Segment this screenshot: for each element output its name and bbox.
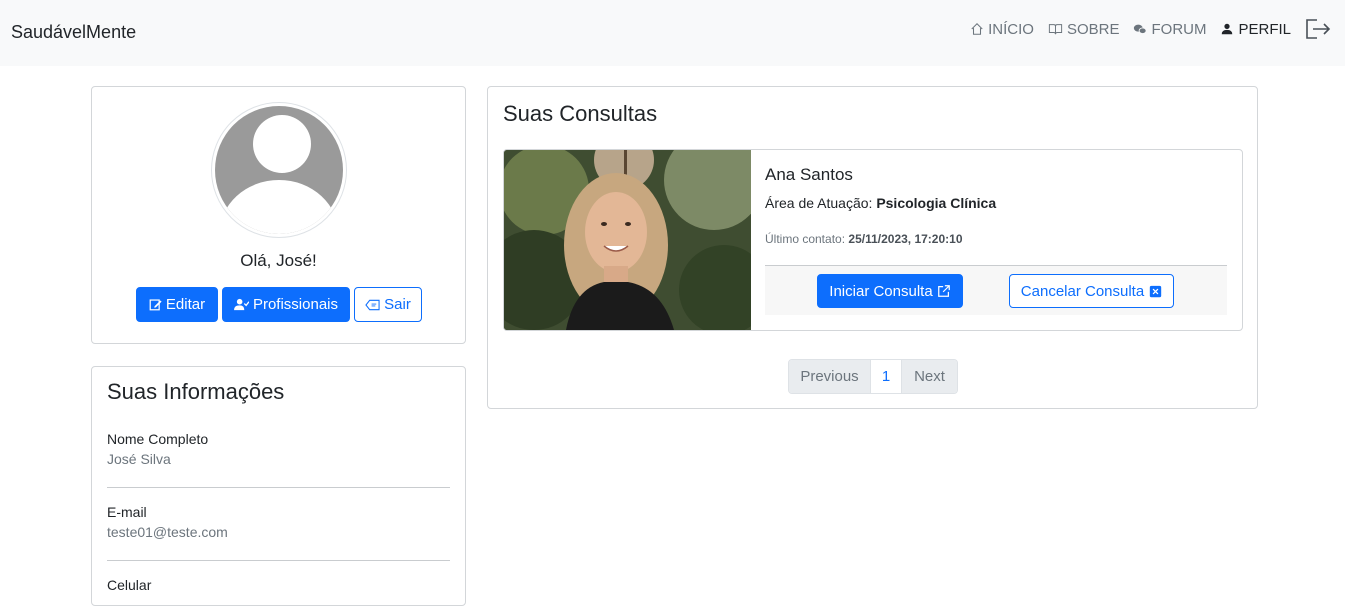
professional-area: Área de Atuação: Psicologia Clínica (765, 195, 996, 211)
pagination-next[interactable]: Next (902, 360, 957, 393)
nav-links: INÍCIO SOBRE FORUM PERFIL (956, 18, 1331, 40)
nav-link-label: FORUM (1151, 20, 1207, 38)
nav-link-perfil[interactable]: PERFIL (1220, 21, 1291, 38)
logout-sair-button[interactable]: Sair (354, 287, 422, 322)
professional-photo-illustration (504, 150, 751, 330)
close-box-icon (1150, 285, 1162, 297)
external-link-icon (937, 285, 950, 297)
info-value: teste01@teste.com (107, 524, 228, 540)
start-consultation-label: Iniciar Consulta (829, 282, 933, 300)
info-item-email: E-mail teste01@teste.com (107, 504, 450, 540)
consultations-title: Suas Consultas (503, 101, 658, 126)
pagination-page[interactable]: 1 (871, 360, 902, 393)
professionals-button[interactable]: Profissionais (222, 287, 350, 322)
info-item-phone: Celular (107, 577, 450, 593)
nav-link-forum[interactable]: FORUM (1133, 21, 1206, 38)
pagination-previous[interactable]: Previous (789, 360, 871, 393)
info-title: Suas Informações (107, 379, 285, 404)
person-icon (1222, 23, 1233, 35)
info-value: José Silva (107, 451, 171, 467)
nav-link-label: PERFIL (1238, 20, 1291, 38)
profile-card: Olá, José! Editar Profissionais Sair (91, 86, 466, 344)
cancel-consultation-label: Cancelar Consulta (1020, 282, 1145, 300)
tag-icon (365, 299, 380, 310)
cancel-consultation-button[interactable]: Cancelar Consulta (1009, 274, 1174, 308)
edit-button-label: Editar (165, 296, 206, 313)
divider (107, 487, 450, 488)
area-value: Psicologia Clínica (876, 195, 997, 211)
last-contact-value: 25/11/2023, 17:20:10 (848, 232, 963, 246)
top-navbar: SaudávelMente INÍCIO SOBRE FORUM PERFIL (0, 0, 1345, 66)
start-consultation-button[interactable]: Iniciar Consulta (817, 274, 963, 308)
professional-name: Ana Santos (765, 165, 853, 184)
info-label: Nome Completo (107, 431, 209, 447)
profile-actions: Editar Profissionais Sair (136, 287, 426, 322)
chat-icon (1134, 24, 1148, 34)
brand-logo[interactable]: SaudávelMente (11, 22, 136, 43)
nav-link-sobre[interactable]: SOBRE (1048, 20, 1120, 38)
info-card: Suas Informações Nome Completo José Silv… (91, 366, 466, 606)
logout-icon (1306, 19, 1331, 39)
professional-photo (504, 150, 751, 330)
house-icon (971, 23, 983, 35)
person-check-icon (234, 298, 249, 311)
consultations-card: Suas Consultas Ana Santos Área de Atuaçã… (487, 86, 1258, 409)
area-label: Área de Atuação: (765, 195, 873, 211)
consultation-item: Ana Santos Área de Atuação: Psicologia C… (503, 149, 1243, 331)
last-contact-label: Último contato: (765, 232, 846, 246)
edit-icon (149, 299, 162, 311)
logout-button[interactable] (1305, 18, 1331, 40)
nav-link-inicio[interactable]: INÍCIO (970, 21, 1034, 38)
consultation-actions: Iniciar Consulta Cancelar Consulta (765, 265, 1227, 315)
avatar (211, 102, 347, 238)
pagination: Previous 1 Next (788, 359, 958, 394)
book-icon (1048, 24, 1063, 35)
edit-button[interactable]: Editar (136, 287, 218, 322)
logout-sair-label: Sair (384, 296, 411, 313)
info-label: E-mail (107, 504, 147, 520)
nav-link-label: INÍCIO (988, 20, 1034, 38)
avatar-placeholder-icon (215, 106, 343, 234)
nav-link-label: SOBRE (1066, 20, 1120, 38)
professionals-button-label: Profissionais (252, 296, 339, 313)
divider (107, 560, 450, 561)
info-item-name: Nome Completo José Silva (107, 431, 450, 467)
greeting-text: Olá, José! (240, 251, 317, 270)
info-label: Celular (107, 577, 152, 593)
last-contact: Último contato: 25/11/2023, 17:20:10 (765, 232, 963, 246)
